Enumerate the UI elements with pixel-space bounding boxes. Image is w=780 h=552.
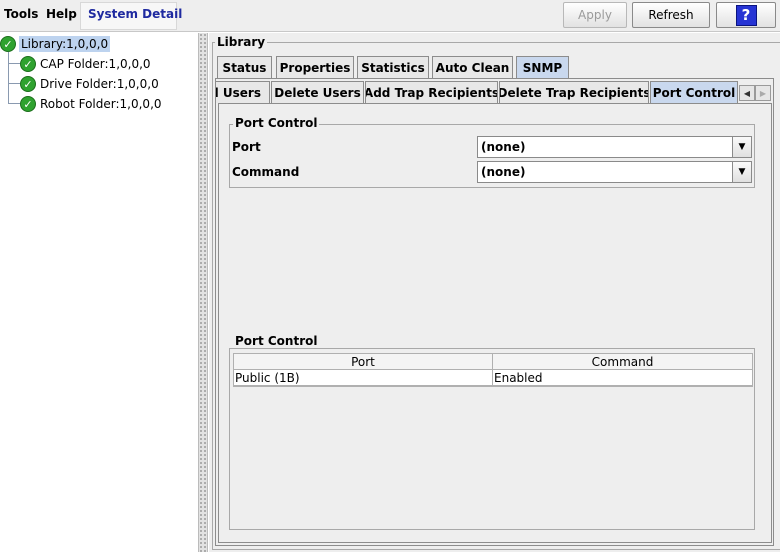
check-circle-icon: ✓: [20, 76, 36, 92]
subtab-delete-users[interactable]: Delete Users: [271, 81, 364, 103]
port-control-form-title: Port Control: [233, 116, 320, 130]
subtab-port-control[interactable]: Port Control: [650, 81, 738, 104]
subtab-add-users[interactable]: d Users: [215, 81, 270, 103]
tree-node-label: Drive Folder:1,0,0,0: [40, 77, 159, 91]
split-pane-divider[interactable]: [198, 33, 208, 552]
menu-help[interactable]: Help: [46, 7, 77, 21]
tree-node-label: Library:1,0,0,0: [19, 36, 111, 52]
tree-node-cap-folder[interactable]: ✓ CAP Folder:1,0,0,0: [20, 54, 151, 74]
chevron-down-icon[interactable]: ▼: [732, 162, 751, 182]
tree-node-robot-folder[interactable]: ✓ Robot Folder:1,0,0,0: [20, 94, 162, 114]
subtab-delete-trap-recipients[interactable]: Delete Trap Recipients: [499, 81, 649, 103]
help-icon: ?: [735, 4, 757, 26]
port-select[interactable]: (none) ▼: [477, 136, 752, 158]
tab-status[interactable]: Status: [217, 56, 272, 78]
chevron-down-icon[interactable]: ▼: [732, 137, 751, 157]
command-label: Command: [232, 165, 300, 179]
tree-connector-line: [8, 103, 20, 104]
table-cell-command[interactable]: Enabled: [492, 369, 753, 386]
subtab-add-trap-recipients[interactable]: Add Trap Recipients: [365, 81, 498, 103]
tree-node-drive-folder[interactable]: ✓ Drive Folder:1,0,0,0: [20, 74, 159, 94]
tree-node-label: CAP Folder:1,0,0,0: [40, 57, 151, 71]
port-label: Port: [232, 140, 261, 154]
apply-button[interactable]: Apply: [563, 2, 627, 28]
port-control-table-title: Port Control: [233, 334, 320, 348]
tab-snmp[interactable]: SNMP: [516, 56, 569, 79]
tree-connector-line: [8, 63, 20, 64]
check-circle-icon: ✓: [20, 56, 36, 72]
arrow-left-icon[interactable]: ◀: [739, 85, 755, 101]
tab-statistics[interactable]: Statistics: [357, 56, 429, 78]
command-select-value: (none): [481, 165, 526, 179]
port-select-value: (none): [481, 140, 526, 154]
library-group-title: Library: [215, 35, 268, 49]
library-tree: ✓ Library:1,0,0,0 ✓ CAP Folder:1,0,0,0 ✓…: [0, 33, 197, 552]
tree-connector-line: [8, 52, 9, 104]
menu-system-detail[interactable]: System Detail: [88, 7, 182, 21]
help-button[interactable]: ?: [716, 2, 776, 28]
tab-auto-clean[interactable]: Auto Clean: [432, 56, 513, 78]
table-header-port[interactable]: Port: [233, 353, 493, 370]
command-select[interactable]: (none) ▼: [477, 161, 752, 183]
tree-connector-line: [8, 83, 20, 84]
table-cell-port[interactable]: Public (1B): [233, 369, 493, 386]
check-circle-icon: ✓: [0, 36, 16, 52]
check-circle-icon: ✓: [20, 96, 36, 112]
tree-node-library[interactable]: ✓ Library:1,0,0,0: [0, 34, 111, 54]
tab-properties[interactable]: Properties: [276, 56, 354, 78]
table-header-command[interactable]: Command: [492, 353, 753, 370]
detail-panel: Library Status Properties Statistics Aut…: [209, 33, 780, 552]
tree-node-label: Robot Folder:1,0,0,0: [40, 97, 162, 111]
refresh-button[interactable]: Refresh: [632, 2, 710, 28]
menu-tools[interactable]: Tools: [4, 7, 38, 21]
menu-bar: Tools Help System Detail Apply Refresh ?: [0, 0, 780, 32]
arrow-right-icon[interactable]: ▶: [755, 85, 771, 101]
